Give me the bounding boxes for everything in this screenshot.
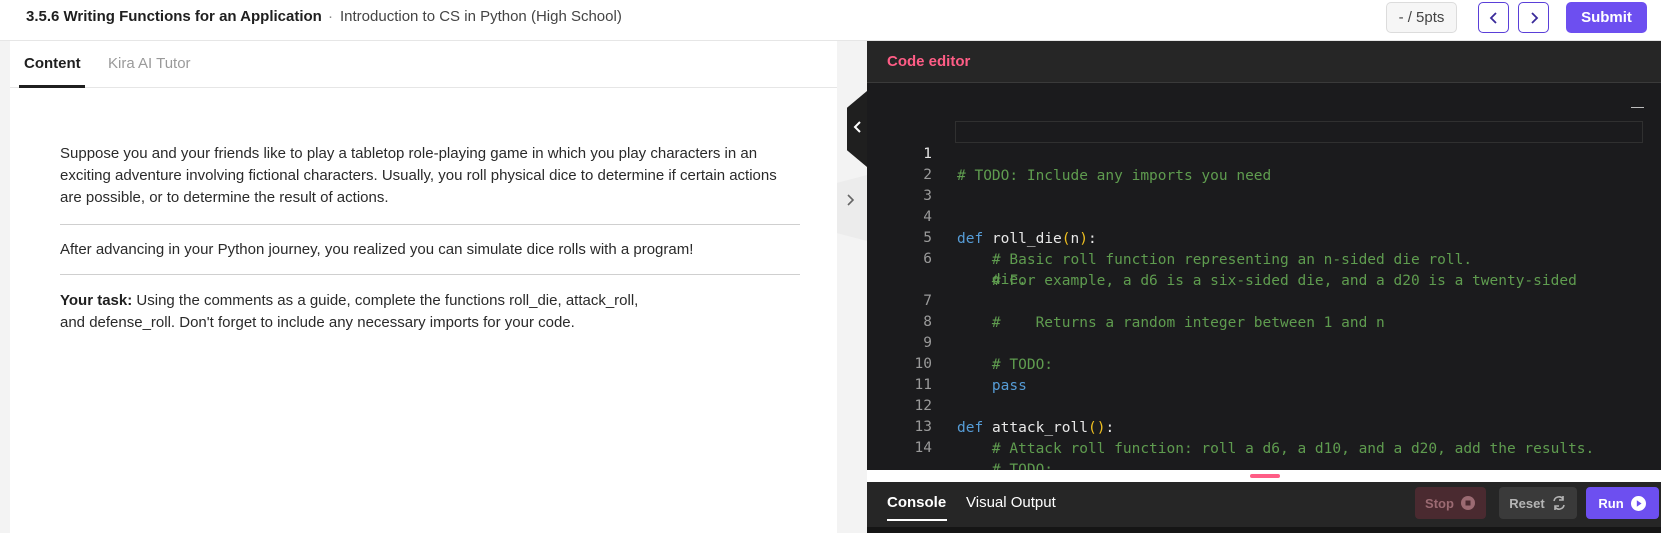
code-line[interactable]: 13 # Attack roll function: roll a d6, a … xyxy=(867,394,1661,457)
code-line[interactable]: 5 # Basic roll function representing an … xyxy=(867,205,1661,268)
reset-icon xyxy=(1552,496,1565,510)
console-output-area xyxy=(867,527,1661,533)
code-editor-title: Code editor xyxy=(887,53,971,70)
chevron-left-icon xyxy=(1489,11,1497,24)
run-button[interactable]: Run xyxy=(1586,487,1659,519)
code-line[interactable]: 11 xyxy=(867,352,1661,393)
console-toolbar: Console Visual Output Stop Reset Run xyxy=(867,482,1661,533)
stop-button[interactable]: Stop xyxy=(1415,487,1486,519)
run-label: Run xyxy=(1598,495,1624,511)
expand-panel-button[interactable] xyxy=(842,190,858,210)
code-line[interactable]: 2 xyxy=(867,142,1661,183)
next-button[interactable] xyxy=(1518,2,1549,33)
code-line[interactable]: 6 # For example, a d6 is a six-sided die… xyxy=(867,226,1661,289)
task-text-line1: Using the comments as a guide, complete … xyxy=(132,292,639,309)
divider xyxy=(60,274,800,275)
code-text: # Attack roll function: roll a d6, a d10… xyxy=(957,441,1595,457)
chevron-left-icon xyxy=(853,120,863,139)
code-line[interactable]: 9 # TODO: xyxy=(867,310,1661,373)
divider xyxy=(60,224,800,225)
code-text: # TODO: xyxy=(957,462,1054,470)
task-text-line2: and defense_roll. Don't forget to includ… xyxy=(60,314,575,331)
submit-button[interactable]: Submit xyxy=(1566,2,1647,33)
code-line[interactable]: 3 xyxy=(867,163,1661,204)
code-line[interactable]: 10 pass xyxy=(867,331,1661,394)
intro-paragraph: Suppose you and your friends like to pla… xyxy=(60,145,777,206)
previous-button[interactable] xyxy=(1478,2,1509,33)
code-line-wrap[interactable]: die. xyxy=(867,247,1661,288)
tab-kira-ai-tutor[interactable]: Kira AI Tutor xyxy=(108,55,191,72)
line-number: 14 xyxy=(914,440,932,456)
play-icon xyxy=(1630,495,1646,511)
code-line[interactable]: 4 def roll_die(n): xyxy=(867,184,1661,247)
instructions-tabs: Content Kira AI Tutor xyxy=(10,41,837,88)
tab-console[interactable]: Console xyxy=(887,494,946,511)
tab-content[interactable]: Content xyxy=(24,55,81,72)
task-paragraph: Your task: Using the comments as a guide… xyxy=(60,290,800,334)
chevron-right-icon xyxy=(1530,11,1538,24)
minimap-indicator xyxy=(1631,107,1644,108)
reset-button[interactable]: Reset xyxy=(1499,487,1577,519)
top-bar: 3.5.6 Writing Functions for an Applicati… xyxy=(0,0,1661,41)
points-badge: - / 5pts xyxy=(1386,2,1457,33)
instructions-panel: Content Kira AI Tutor Suppose you and yo… xyxy=(10,41,837,533)
code-editor-header: Code editor xyxy=(867,41,1661,83)
active-tab-indicator xyxy=(19,85,85,88)
assignment-title: 3.5.6 Writing Functions for an Applicati… xyxy=(26,8,322,25)
editor-resize-handle[interactable] xyxy=(1250,474,1280,478)
code-line[interactable]: 12 def attack_roll(): xyxy=(867,373,1661,436)
code-line[interactable]: 14 # TODO: xyxy=(867,415,1661,470)
reset-label: Reset xyxy=(1509,495,1545,511)
code-line[interactable]: 8 xyxy=(867,289,1661,330)
stop-icon xyxy=(1460,496,1475,510)
title-separator: · xyxy=(328,8,333,25)
course-name[interactable]: Introduction to CS in Python (High Schoo… xyxy=(340,8,622,25)
left-edge-strip xyxy=(0,41,10,533)
stop-label: Stop xyxy=(1425,495,1454,511)
journey-paragraph: After advancing in your Python journey, … xyxy=(60,241,694,258)
tab-visual-output[interactable]: Visual Output xyxy=(966,494,1056,511)
code-line[interactable]: 7 # Returns a random integer between 1 a… xyxy=(867,268,1661,331)
active-tab-indicator xyxy=(887,519,947,521)
code-editor[interactable]: 1 # TODO: Include any imports you need 2… xyxy=(867,83,1661,470)
code-line[interactable]: 1 # TODO: Include any imports you need xyxy=(867,121,1661,184)
task-label: Your task: xyxy=(60,292,133,309)
chevron-right-icon xyxy=(847,194,855,206)
